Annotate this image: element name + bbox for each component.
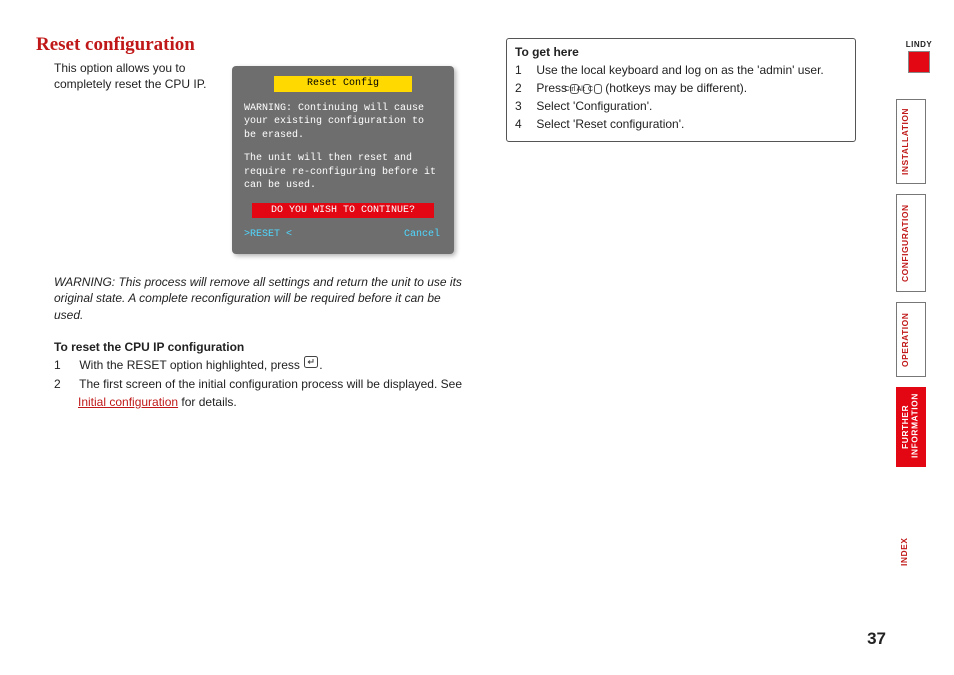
dialog-body: WARNING: Continuing will cause your exis… bbox=[244, 102, 442, 193]
step-number: 2 bbox=[525, 79, 533, 97]
step-number: 1 bbox=[66, 357, 76, 374]
left-column: Reset configuration This option allows y… bbox=[36, 34, 466, 413]
manual-page: LINDY INSTALLATION CONFIGURATION OPERATI… bbox=[0, 0, 954, 675]
step-number: 3 bbox=[525, 97, 533, 115]
c-key-icon: C bbox=[594, 84, 602, 94]
reset-step-2-text-b: for details. bbox=[178, 395, 237, 409]
intro-and-dialog: This option allows you to completely res… bbox=[36, 60, 466, 254]
reset-step-1-text-b: . bbox=[319, 358, 322, 372]
to-get-here-header: To get here bbox=[515, 45, 845, 59]
get-here-step-1: 1 Use the local keyboard and log on as t… bbox=[525, 61, 845, 79]
reset-step-1: 1 With the RESET option highlighted, pre… bbox=[66, 356, 466, 374]
dialog-cancel-option[interactable]: Cancel bbox=[404, 228, 440, 242]
to-get-here-box: To get here 1 Use the local keyboard and… bbox=[506, 38, 856, 142]
page-number: 37 bbox=[867, 629, 886, 649]
step-number: 4 bbox=[525, 115, 533, 133]
get-here-step-1-text: Use the local keyboard and log on as the… bbox=[536, 63, 823, 77]
warning-note: WARNING: This process will remove all se… bbox=[54, 274, 466, 324]
tab-operation[interactable]: OPERATION bbox=[896, 302, 926, 377]
dialog-warn2: The unit will then reset and require re-… bbox=[244, 152, 442, 193]
tab-installation[interactable]: INSTALLATION bbox=[896, 99, 926, 184]
initial-configuration-link[interactable]: Initial configuration bbox=[78, 395, 178, 409]
get-here-step-2: 2 Press Ctrl Alt C (hotkeys may be diffe… bbox=[525, 79, 845, 97]
right-column: To get here 1 Use the local keyboard and… bbox=[506, 34, 856, 413]
reset-steps: To reset the CPU IP configuration 1 With… bbox=[54, 340, 466, 411]
get-here-step-3-text: Select 'Configuration'. bbox=[536, 99, 652, 113]
dialog-prompt: DO YOU WISH TO CONTINUE? bbox=[252, 203, 434, 219]
enter-key-icon bbox=[304, 356, 318, 368]
get-here-step-2-text-b: (hotkeys may be different). bbox=[602, 81, 747, 95]
reset-step-2: 2 The first screen of the initial config… bbox=[66, 376, 466, 411]
reset-step-2-text-a: The first screen of the initial configur… bbox=[79, 377, 462, 391]
get-here-step-3: 3 Select 'Configuration'. bbox=[525, 97, 845, 115]
page-title: Reset configuration bbox=[36, 34, 466, 56]
dialog-header: Reset Config bbox=[274, 76, 412, 92]
get-here-step-4: 4 Select 'Reset configuration'. bbox=[525, 115, 845, 133]
tab-further-information[interactable]: FURTHER INFORMATION bbox=[896, 387, 926, 467]
tab-index[interactable]: INDEX bbox=[896, 527, 926, 577]
dialog-buttons: >RESET < Cancel bbox=[244, 228, 442, 242]
main-content: Reset configuration This option allows y… bbox=[36, 34, 924, 413]
step-number: 1 bbox=[525, 61, 533, 79]
dialog-warn1: WARNING: Continuing will cause your exis… bbox=[244, 102, 442, 143]
reset-config-dialog: Reset Config WARNING: Continuing will ca… bbox=[232, 66, 454, 254]
intro-text: This option allows you to completely res… bbox=[54, 60, 224, 92]
dialog-reset-option[interactable]: >RESET < bbox=[244, 228, 292, 242]
reset-steps-header: To reset the CPU IP configuration bbox=[54, 340, 466, 354]
get-here-step-4-text: Select 'Reset configuration'. bbox=[536, 117, 684, 131]
tab-configuration[interactable]: CONFIGURATION bbox=[896, 194, 926, 292]
step-number: 2 bbox=[66, 376, 76, 393]
side-nav-tabs: INSTALLATION CONFIGURATION OPERATION FUR… bbox=[896, 44, 926, 577]
reset-step-1-text-a: With the RESET option highlighted, press bbox=[79, 358, 303, 372]
